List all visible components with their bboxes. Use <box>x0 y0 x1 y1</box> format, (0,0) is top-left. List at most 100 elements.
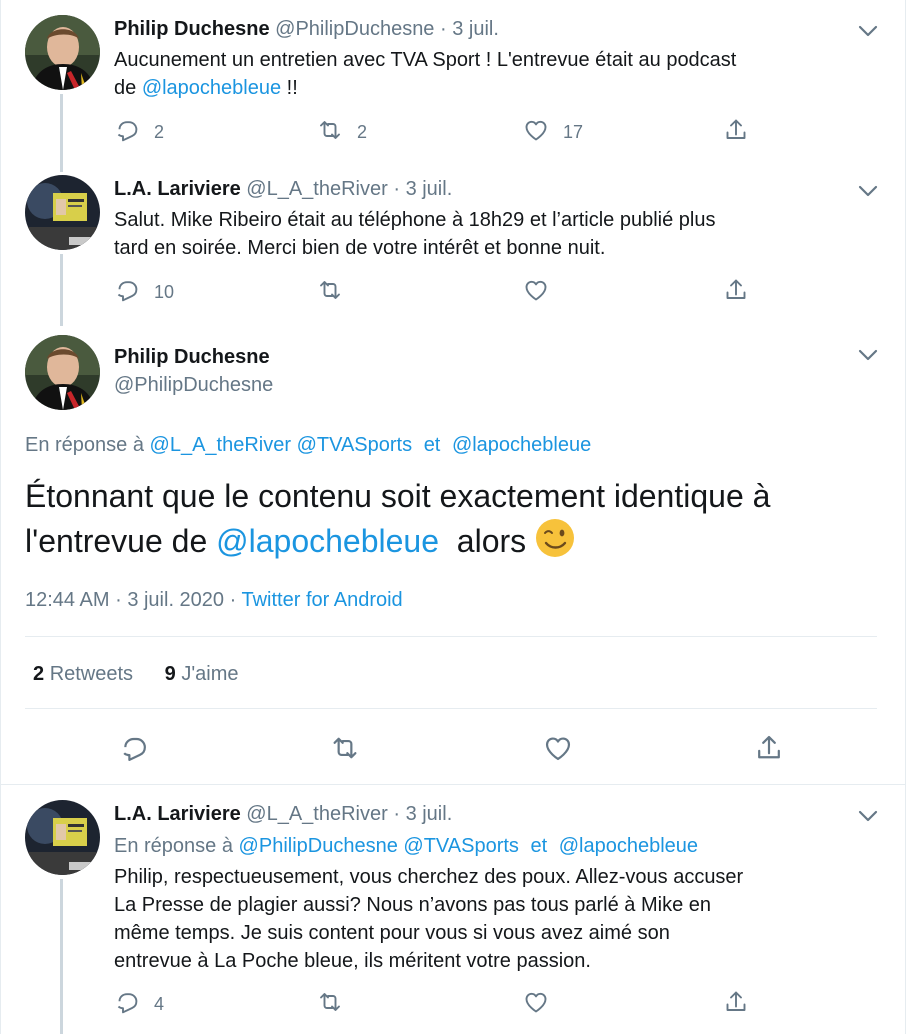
tweet-text-line: l'entrevue de @lapochebleue alors <box>25 518 885 563</box>
tweet-2[interactable]: L.A. Lariviere @L_A_theRiver · 3 juil. S… <box>1 160 905 326</box>
mention-link[interactable]: @PhilipDuchesne <box>239 835 398 857</box>
reply-context: En réponse à @PhilipDuchesne @TVASports … <box>114 833 698 859</box>
reply-and[interactable]: et <box>530 835 547 857</box>
tweet-text: Salut. Mike Ribeiro était au téléphone à… <box>114 206 884 262</box>
reply-prefix: En réponse à <box>25 434 144 456</box>
retweets-count: 2 <box>33 663 45 685</box>
engagement-stats: 2 Retweets 9 J'aime <box>33 660 238 688</box>
mention-link[interactable]: @lapochebleue <box>452 434 591 456</box>
author-name[interactable]: Philip Duchesne <box>114 18 270 40</box>
reply-count: 2 <box>154 122 165 142</box>
tweet-header: Philip Duchesne @PhilipDuchesne · 3 juil… <box>114 16 499 42</box>
share-icon <box>723 277 749 308</box>
retweet-button[interactable] <box>317 989 343 1020</box>
thread-line <box>60 254 63 326</box>
retweet-button[interactable]: 2 <box>317 117 367 148</box>
share-button[interactable] <box>723 989 749 1020</box>
tweet-text: Étonnant que le contenu soit exactement … <box>25 474 885 563</box>
reply-button[interactable]: 10 <box>114 277 174 308</box>
reply-button[interactable] <box>119 733 149 768</box>
reply-icon <box>119 733 149 768</box>
author-name-line: Philip Duchesne <box>114 344 270 370</box>
mention-link[interactable]: @TVASports <box>403 835 519 857</box>
mention-link[interactable]: @lapochebleue <box>559 835 698 857</box>
separator-dot: · <box>229 589 237 611</box>
author-handle[interactable]: @PhilipDuchesne <box>275 18 434 40</box>
chevron-down-icon[interactable] <box>857 348 879 362</box>
share-icon <box>723 989 749 1020</box>
reply-icon <box>114 277 140 308</box>
like-icon <box>523 117 549 148</box>
tweet-date[interactable]: 3 juil. <box>406 178 453 200</box>
tweet-text: Philip, respectueusement, vous cherchez … <box>114 863 884 975</box>
mention-link[interactable]: @lapochebleue <box>216 523 439 559</box>
share-button[interactable] <box>723 277 749 308</box>
tweet-text: Aucunement un entretien avec TVA Sport !… <box>114 46 884 102</box>
chevron-down-icon[interactable] <box>857 24 879 38</box>
author-handle-line: @PhilipDuchesne <box>114 372 273 398</box>
tweet-header: L.A. Lariviere @L_A_theRiver · 3 juil. <box>114 176 452 202</box>
tweet-text-part: !! <box>286 77 298 99</box>
like-button[interactable] <box>523 989 549 1020</box>
tweet-text-line: tard en soirée. Merci bien de votre inté… <box>114 237 606 259</box>
reply-button[interactable]: 4 <box>114 989 164 1020</box>
avatar[interactable] <box>25 335 100 410</box>
tweet-date[interactable]: 3 juil. <box>406 803 453 825</box>
reply-icon <box>114 989 140 1020</box>
avatar[interactable] <box>25 175 100 250</box>
avatar[interactable] <box>25 15 100 90</box>
separator-dot: · <box>393 178 400 200</box>
chevron-down-icon[interactable] <box>857 809 879 823</box>
tweet-source-link[interactable]: Twitter for Android <box>242 589 403 611</box>
retweet-count: 2 <box>357 122 368 142</box>
like-button[interactable] <box>543 733 573 768</box>
like-button[interactable] <box>523 277 549 308</box>
author-handle[interactable]: @PhilipDuchesne <box>114 374 273 396</box>
author-name[interactable]: L.A. Lariviere <box>114 178 241 200</box>
share-button[interactable] <box>723 117 749 148</box>
retweet-icon <box>330 733 360 768</box>
mention-link[interactable]: @lapochebleue <box>142 77 281 99</box>
divider <box>25 636 877 637</box>
like-icon <box>543 733 573 768</box>
separator-dot: · <box>440 18 447 40</box>
likes-count: 9 <box>164 663 176 685</box>
mention-link[interactable]: @TVASports <box>297 434 413 456</box>
tweet-text-line: de @lapochebleue !! <box>114 74 884 102</box>
tweet-1[interactable]: Philip Duchesne @PhilipDuchesne · 3 juil… <box>1 0 905 172</box>
author-name[interactable]: L.A. Lariviere <box>114 803 241 825</box>
avatar[interactable] <box>25 800 100 875</box>
wink-emoji-icon <box>535 518 575 558</box>
chevron-down-icon[interactable] <box>857 184 879 198</box>
retweets-stat[interactable]: 2 Retweets <box>33 663 133 685</box>
like-button[interactable]: 17 <box>523 117 583 148</box>
author-handle[interactable]: @L_A_theRiver <box>246 803 387 825</box>
likes-stat[interactable]: 9 J'aime <box>165 663 239 685</box>
tweet-date[interactable]: 3 juil. <box>452 18 499 40</box>
share-button[interactable] <box>754 733 784 768</box>
tweet-text-line: Salut. Mike Ribeiro était au téléphone à… <box>114 209 716 231</box>
divider <box>25 708 877 709</box>
tweet-text-line: entrevue à La Poche bleue, ils méritent … <box>114 950 591 972</box>
like-count: 17 <box>563 122 584 142</box>
author-name[interactable]: Philip Duchesne <box>114 346 270 368</box>
tweet-full-date[interactable]: 3 juil. 2020 <box>127 589 224 611</box>
tweet-4[interactable]: L.A. Lariviere @L_A_theRiver · 3 juil. E… <box>1 785 905 1034</box>
retweet-button[interactable] <box>317 277 343 308</box>
retweet-icon <box>317 989 343 1020</box>
tweet-text-part: alors <box>456 523 527 559</box>
tweet-time[interactable]: 12:44 AM <box>25 589 110 611</box>
separator-dot: · <box>115 589 122 611</box>
likes-label: J'aime <box>181 663 239 685</box>
reply-context: En réponse à @L_A_theRiver @TVASports et… <box>25 432 591 458</box>
tweet-text-line: Philip, respectueusement, vous cherchez … <box>114 866 744 888</box>
like-icon <box>523 989 549 1020</box>
mention-link[interactable]: @L_A_theRiver <box>150 434 291 456</box>
separator-dot: · <box>393 803 400 825</box>
author-handle[interactable]: @L_A_theRiver <box>246 178 387 200</box>
thread-line <box>60 879 63 1034</box>
reply-button[interactable]: 2 <box>114 117 164 148</box>
retweet-button[interactable] <box>330 733 360 768</box>
reply-and[interactable]: et <box>424 434 441 456</box>
timeline: Philip Duchesne @PhilipDuchesne · 3 juil… <box>0 0 906 1034</box>
